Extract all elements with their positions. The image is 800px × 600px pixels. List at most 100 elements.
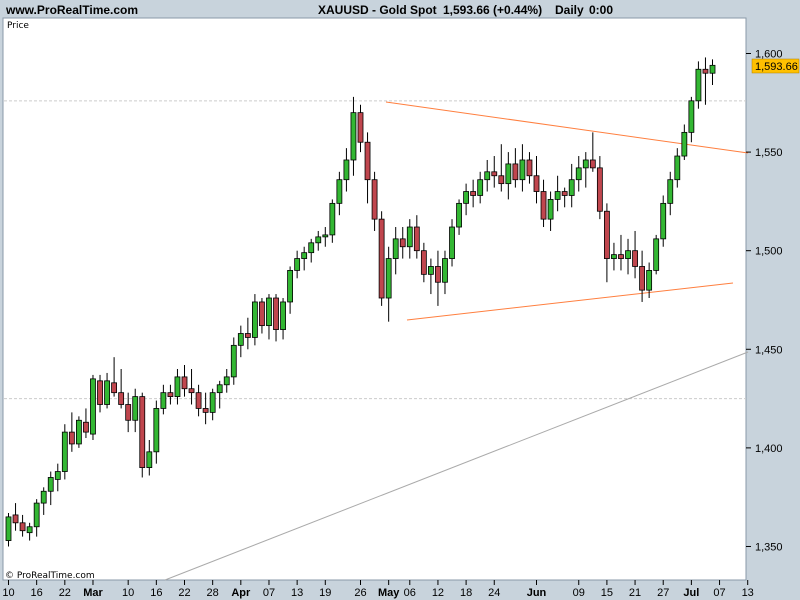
x-tick-label: 27 (657, 587, 669, 599)
x-tick-label: May (378, 587, 400, 599)
candle-body (26, 526, 33, 534)
candle-body (667, 179, 674, 204)
period-label: Daily (555, 3, 584, 17)
y-tick-label: 1,500 (755, 246, 783, 258)
y-tick-label: 1,600 (755, 48, 783, 60)
x-tick-label: Mar (83, 587, 103, 599)
candle-body (568, 179, 575, 196)
candle-body (118, 392, 125, 405)
candle-body (519, 159, 526, 181)
price-chart[interactable]: www.ProRealTime.com XAUUSD - Gold Spot 1… (0, 0, 800, 600)
candle-body (498, 175, 505, 185)
candle-body (582, 159, 589, 169)
candle-body (709, 64, 716, 74)
candle-body (223, 376, 230, 386)
candle (251, 294, 258, 346)
candle-body (611, 254, 617, 259)
x-tick-label: 10 (2, 587, 14, 599)
candle-body (604, 210, 610, 259)
candle-body (413, 226, 420, 252)
candle-body (392, 238, 399, 259)
candle-body (477, 179, 484, 196)
x-tick-label: 06 (404, 587, 416, 599)
candle-body (76, 419, 82, 445)
x-tick-label: Jul (683, 587, 699, 599)
candle-body (322, 234, 329, 238)
candle-body (280, 301, 286, 330)
x-tick-label: 12 (432, 587, 444, 599)
candle-body (484, 171, 491, 181)
candle-body (688, 100, 695, 133)
candle (76, 416, 82, 448)
x-tick-label: 15 (601, 587, 613, 599)
candle-body (639, 266, 645, 291)
candle-body (399, 238, 406, 248)
candle-body (125, 404, 132, 421)
candle (660, 195, 667, 247)
candle-body (378, 218, 385, 299)
candle-body (512, 163, 519, 181)
candle-body (681, 131, 688, 157)
candle-body (188, 388, 195, 394)
x-tick-label: 10 (122, 587, 134, 599)
candle-body (33, 502, 40, 528)
candle (61, 424, 68, 480)
candle-body (251, 301, 258, 338)
x-tick-label: 22 (178, 587, 190, 599)
candle-body (632, 250, 638, 267)
candle-body (646, 270, 653, 291)
candle-body (181, 376, 188, 390)
x-tick-label: 26 (354, 587, 366, 599)
candle-body (287, 270, 294, 303)
candle-body (61, 431, 68, 472)
candle-body (160, 392, 167, 409)
candle-body (97, 380, 103, 405)
candle-body (315, 236, 322, 244)
candle-body (596, 167, 603, 212)
x-tick-label: 22 (59, 587, 71, 599)
candle-body (371, 179, 378, 220)
copyright-label: © ProRealTime.com (5, 571, 95, 581)
candle-body (463, 191, 470, 204)
last-price-label: 1,593.66 (755, 61, 798, 73)
candle-body (174, 376, 181, 398)
site-name[interactable]: www.ProRealTime.com (5, 3, 138, 17)
x-tick-label: Apr (231, 587, 251, 599)
candle-body (294, 258, 301, 271)
candle (139, 392, 146, 478)
candle-body (674, 155, 681, 181)
candle-body (40, 490, 47, 504)
candle-body (329, 202, 336, 236)
candle-body (202, 408, 209, 413)
candle-body (491, 171, 498, 177)
last-quote: 1,593.66 (+0.44%) (443, 3, 542, 17)
candle-body (5, 516, 12, 541)
x-tick-label: 13 (291, 587, 303, 599)
y-tick-label: 1,550 (755, 147, 783, 159)
candle-body (343, 159, 350, 181)
last-price-badge: 1,593.66 (751, 58, 800, 74)
candle-body (111, 382, 117, 394)
candle-body (442, 258, 448, 283)
candle-body (575, 167, 582, 181)
candle-body (364, 141, 371, 181)
candle-body (540, 191, 547, 220)
candle-body (533, 175, 540, 192)
candle-body (350, 112, 357, 161)
candle-body (420, 250, 427, 275)
candle-body (216, 384, 223, 394)
candle-body (456, 202, 462, 228)
candle-body (259, 301, 265, 327)
candle-body (19, 522, 26, 532)
candle-body (336, 179, 343, 204)
y-tick-label: 1,450 (755, 344, 783, 356)
x-tick-label: 09 (573, 587, 585, 599)
candle-body (449, 226, 455, 259)
plot-area[interactable] (2, 17, 747, 581)
candle-body (357, 112, 364, 143)
x-tick-label: Jun (527, 587, 547, 599)
candle-body (561, 191, 568, 196)
candle-body (653, 238, 660, 271)
candle-body (505, 163, 512, 185)
x-tick-label: 07 (263, 587, 275, 599)
